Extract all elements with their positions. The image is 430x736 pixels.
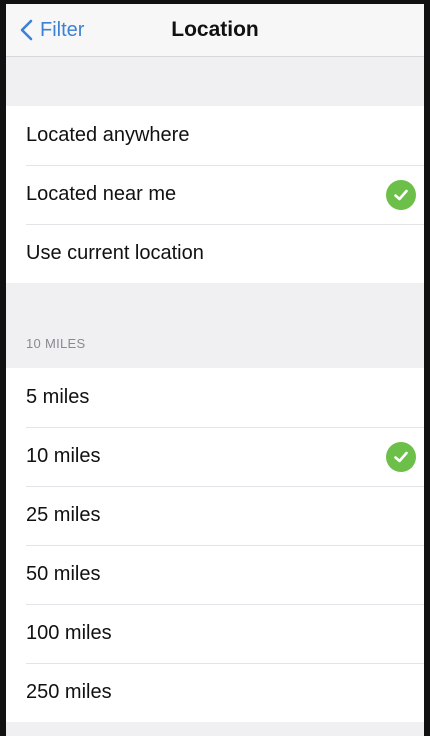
option-label: 100 miles: [26, 622, 112, 644]
option-use-current-location[interactable]: Use current location: [6, 224, 424, 283]
page-title: Location: [171, 18, 259, 41]
option-250-miles[interactable]: 250 miles: [6, 663, 424, 722]
option-label: 5 miles: [26, 386, 90, 408]
option-label: 50 miles: [26, 563, 101, 585]
option-50-miles[interactable]: 50 miles: [6, 545, 424, 604]
option-label: Located near me: [26, 183, 177, 205]
location-screen: Filter Location Located anywhere Located…: [6, 4, 424, 736]
option-5-miles[interactable]: 5 miles: [6, 368, 424, 427]
option-25-miles[interactable]: 25 miles: [6, 486, 424, 545]
option-located-anywhere[interactable]: Located anywhere: [6, 106, 424, 165]
option-100-miles[interactable]: 100 miles: [6, 604, 424, 663]
option-label: Use current location: [26, 242, 204, 264]
option-10-miles[interactable]: 10 miles: [6, 427, 424, 486]
checkmark-circle-icon: [386, 180, 416, 210]
navigation-bar: Filter Location: [6, 4, 424, 57]
distance-section-header: 10 MILES: [26, 336, 86, 351]
location-options-group: Located anywhere Located near me Use cur…: [6, 106, 424, 283]
checkmark-circle-icon: [386, 442, 416, 472]
distance-options-group: 5 miles 10 miles 25 miles 50 miles 100 m…: [6, 368, 424, 722]
option-located-near-me[interactable]: Located near me: [6, 165, 424, 224]
option-label: 250 miles: [26, 681, 112, 703]
option-label: 25 miles: [26, 504, 101, 526]
option-label: 10 miles: [26, 445, 101, 467]
option-label: Located anywhere: [26, 124, 190, 146]
